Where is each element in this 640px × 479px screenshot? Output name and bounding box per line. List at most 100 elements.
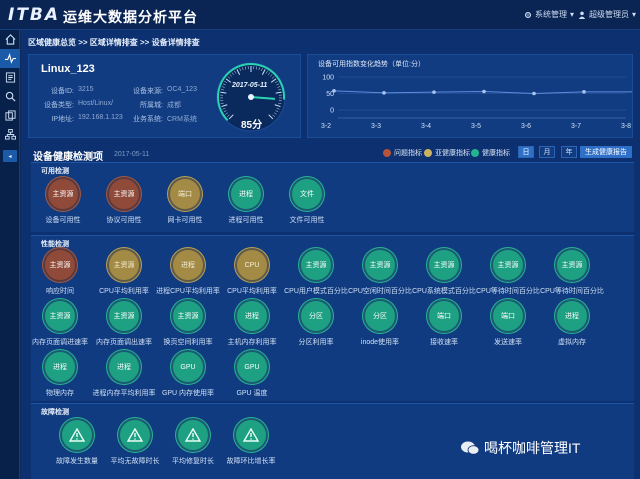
- check-item-icon: CPU: [237, 250, 267, 280]
- check-item[interactable]: 主资源 CPU系统模式百分比: [411, 250, 477, 296]
- check-item-label: CPU系统模式百分比: [412, 288, 476, 295]
- check-item[interactable]: 主资源 CPU平均利用率: [91, 250, 157, 296]
- check-item[interactable]: 主资源 协议可用性: [91, 179, 157, 225]
- check-item-label: 故障环比增长率: [226, 458, 276, 465]
- check-item[interactable]: 分区 分区利用率: [283, 301, 349, 347]
- info-device-id: 设备ID: 3215: [51, 86, 94, 95]
- sidebar-item-list[interactable]: [0, 68, 20, 87]
- check-item-label: 进程内存平均利用率: [92, 390, 156, 397]
- check-item[interactable]: 分区 inode使用率: [347, 301, 413, 347]
- check-item-icon: 主资源: [365, 250, 395, 280]
- check-item[interactable]: 进程 进程可用性: [213, 179, 279, 225]
- check-item-label: GPU 内存使用率: [161, 390, 215, 397]
- check-item[interactable]: 主资源 内存页面调出速率: [91, 301, 157, 347]
- check-item[interactable]: 主资源 CPU等待时间百分比: [539, 250, 605, 296]
- generate-report-button[interactable]: 生成健康报告: [580, 146, 632, 158]
- check-item[interactable]: 平均无故障时长: [102, 420, 168, 466]
- check-item[interactable]: 进程 物理内存: [27, 352, 93, 398]
- hierarchy-icon: [4, 129, 16, 140]
- chevron-down-icon: ▾: [632, 10, 637, 19]
- warning-icon: [236, 420, 266, 450]
- group-title: 性能检测: [41, 241, 69, 248]
- check-item-icon: 进程: [557, 301, 587, 331]
- section-date: 2017-05-11: [114, 151, 150, 158]
- check-item-icon: 端口: [493, 301, 523, 331]
- sidebar-item-search[interactable]: [0, 87, 20, 106]
- check-item[interactable]: 进程进程内存平均利用率: [91, 352, 157, 398]
- list-icon: [5, 72, 15, 83]
- check-item-icon: 主资源: [45, 250, 75, 280]
- period-year-button[interactable]: 年: [561, 146, 577, 158]
- check-item-label: 进程可用性: [228, 217, 264, 224]
- check-item[interactable]: 主资源 设备可用性: [30, 179, 96, 225]
- check-item-label: 故障发生数量: [56, 458, 98, 465]
- check-item-label: 接收速率: [430, 339, 458, 346]
- check-item[interactable]: GPU GPU 内存使用率: [155, 352, 221, 398]
- trend-point: [382, 91, 386, 95]
- trend-y-tick: 100: [322, 75, 334, 82]
- check-item-label: GPU 温度: [236, 390, 268, 397]
- copy-icon: [4, 110, 16, 121]
- trend-point: [582, 90, 586, 94]
- check-item[interactable]: GPU GPU 温度: [219, 352, 285, 398]
- system-menu[interactable]: 系统管理 ▾: [524, 9, 574, 20]
- trend-point: [432, 90, 436, 94]
- logo: ITBA: [8, 5, 61, 25]
- breadcrumb: 区域健康总览 >> 区域详情排查 >> 设备详情排查: [28, 38, 200, 47]
- check-item[interactable]: 故障发生数量: [44, 420, 110, 466]
- check-item-icon: GPU: [237, 352, 267, 382]
- check-item[interactable]: 平均修复时长: [160, 420, 226, 466]
- check-item-label: 发送速率: [494, 339, 522, 346]
- check-item[interactable]: 主资源 CPU空闲时间百分比: [347, 250, 413, 296]
- check-item-label: CPU平均利用率: [227, 288, 277, 295]
- check-item[interactable]: 主资源 内存页面调进速率: [27, 301, 93, 347]
- check-item[interactable]: 主资源 CPU等待时间百分比: [475, 250, 541, 296]
- period-day-button[interactable]: 日: [518, 146, 534, 158]
- check-item-icon: 文件: [292, 179, 322, 209]
- check-item[interactable]: 文件 文件可用性: [274, 179, 340, 225]
- check-item-label: 换页空间利用率: [163, 339, 213, 346]
- check-item-icon: 主资源: [429, 250, 459, 280]
- check-item[interactable]: CPU CPU平均利用率: [219, 250, 285, 296]
- check-item[interactable]: 端口 发送速率: [475, 301, 541, 347]
- period-month-button[interactable]: 月: [539, 146, 555, 158]
- top-bar: ITBA 运维大数据分析平台 系统管理 ▾ 超级管理员 ▾: [0, 0, 640, 30]
- check-item-label: 文件可用性: [289, 217, 325, 224]
- check-item-label: 设备可用性: [45, 217, 81, 224]
- system-menu-label: 系统管理: [535, 10, 567, 19]
- check-item-label: 平均无故障时长: [110, 458, 160, 465]
- trend-x-tick: 3-2: [321, 123, 331, 130]
- check-item-icon: 分区: [365, 301, 395, 331]
- check-item[interactable]: 主资源 CPU用户模式百分比: [283, 250, 349, 296]
- user-menu[interactable]: 超级管理员 ▾: [578, 9, 636, 20]
- check-item[interactable]: 故障环比增长率: [218, 420, 284, 466]
- check-item-icon: 进程: [45, 352, 75, 382]
- gauge-hub: [248, 94, 254, 100]
- check-item[interactable]: 进程 主机内存利用率: [219, 301, 285, 347]
- warning-icon: [120, 420, 150, 450]
- check-item-icon: 进程: [109, 352, 139, 382]
- check-item[interactable]: 主资源 换页空间利用率: [155, 301, 221, 347]
- check-item-icon: 进程: [231, 179, 261, 209]
- sidebar-item-copy[interactable]: [0, 106, 20, 125]
- trend-panel: 设备可用指数变化趋势（单位:分） 100 50 0 3-2 3-3 3-4 3-5 3-6 3-…: [307, 54, 633, 138]
- check-item-label: CPU等待时间百分比: [540, 288, 604, 295]
- check-item-label: CPU等待时间百分比: [476, 288, 540, 295]
- check-item[interactable]: 主资源 响应时间: [27, 250, 93, 296]
- user-name: 超级管理员: [589, 10, 629, 19]
- sidebar-item-home[interactable]: [0, 30, 20, 49]
- main-content: 区域健康总览 >> 区域详情排查 >> 设备详情排查 Linux_123 设备I…: [21, 30, 640, 479]
- sidebar-collapse-button[interactable]: ◂: [3, 150, 17, 162]
- app-title: 运维大数据分析平台: [63, 9, 198, 25]
- check-item[interactable]: 进程 虚拟内存: [539, 301, 605, 347]
- user-icon: [578, 11, 586, 19]
- check-item-label: 内存页面调出速率: [96, 339, 152, 346]
- check-item[interactable]: 端口 网卡可用性: [152, 179, 218, 225]
- check-item[interactable]: 端口 接收速率: [411, 301, 477, 347]
- check-item[interactable]: 进程 进程CPU平均利用率: [155, 250, 221, 296]
- info-device-source: 设备来源: OC4_123: [133, 86, 197, 95]
- check-item-label: 虚拟内存: [558, 339, 586, 346]
- sidebar-item-hierarchy[interactable]: [0, 125, 20, 144]
- sidebar-item-monitor[interactable]: [0, 49, 20, 68]
- check-item-icon: 分区: [301, 301, 331, 331]
